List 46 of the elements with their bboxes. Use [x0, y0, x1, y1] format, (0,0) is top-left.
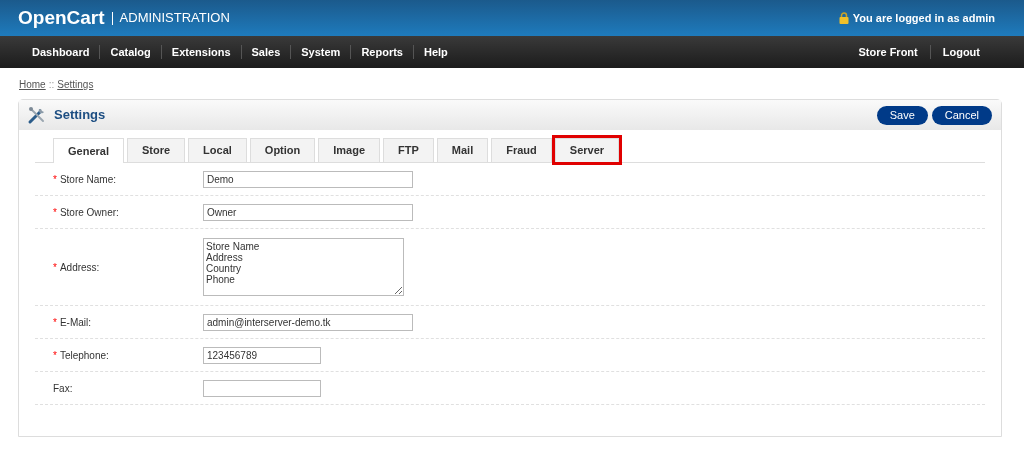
- menu-item[interactable]: Logout: [930, 43, 992, 61]
- address-field[interactable]: Store Name Address Country Phone: [203, 238, 404, 296]
- tab[interactable]: Fraud: [491, 138, 552, 162]
- tab[interactable]: FTP: [383, 138, 434, 162]
- menu-item[interactable]: Extensions: [161, 43, 241, 61]
- field-label: Store Owner:: [59, 205, 119, 220]
- tools-icon: [27, 105, 47, 125]
- tab[interactable]: Store: [126, 138, 186, 162]
- menu-item[interactable]: Help: [413, 43, 458, 61]
- field-label: Telephone:: [59, 348, 109, 363]
- logo: OpenCart: [18, 5, 105, 30]
- field-label: Store Name:: [59, 172, 117, 187]
- menu-item[interactable]: System: [291, 43, 351, 61]
- menu-item[interactable]: Sales: [241, 43, 291, 61]
- tab[interactable]: Mail: [436, 138, 489, 162]
- input-field[interactable]: Demo: [203, 170, 413, 188]
- tab[interactable]: Local: [188, 138, 247, 162]
- required-mark: *: [53, 348, 57, 363]
- required-mark: *: [53, 172, 57, 187]
- save-button[interactable]: Save: [876, 105, 928, 125]
- breadcrumb-link[interactable]: Home: [19, 76, 46, 92]
- field-label: Fax:: [53, 381, 73, 396]
- panel-title: Settings: [54, 106, 106, 125]
- tab[interactable]: Image: [318, 138, 381, 162]
- input-field[interactable]: [203, 379, 321, 397]
- required-mark: *: [53, 205, 57, 220]
- input-field[interactable]: 123456789: [203, 346, 321, 364]
- menu-item[interactable]: Catalog: [100, 43, 161, 61]
- tab[interactable]: Option: [249, 138, 316, 162]
- field-label: E-Mail:: [59, 315, 92, 330]
- tab[interactable]: General: [53, 138, 124, 163]
- menu-item[interactable]: Dashboard: [22, 43, 100, 61]
- lock-icon: [838, 12, 849, 24]
- tab[interactable]: Server: [554, 138, 620, 162]
- input-field[interactable]: Owner: [203, 203, 413, 221]
- menu-item[interactable]: Store Front: [846, 43, 930, 61]
- required-mark: *: [53, 315, 57, 330]
- input-field[interactable]: admin@interserver-demo.tk: [203, 313, 413, 331]
- breadcrumb-separator: ::: [48, 77, 55, 92]
- required-mark: *: [53, 260, 57, 275]
- login-status: You are logged in as admin: [852, 10, 995, 26]
- cancel-button[interactable]: Cancel: [931, 105, 992, 125]
- field-label: Address:: [59, 260, 100, 275]
- subtitle: ADMINISTRATION: [119, 9, 230, 28]
- breadcrumb-link[interactable]: Settings: [57, 76, 94, 92]
- menu-item[interactable]: Reports: [351, 43, 413, 61]
